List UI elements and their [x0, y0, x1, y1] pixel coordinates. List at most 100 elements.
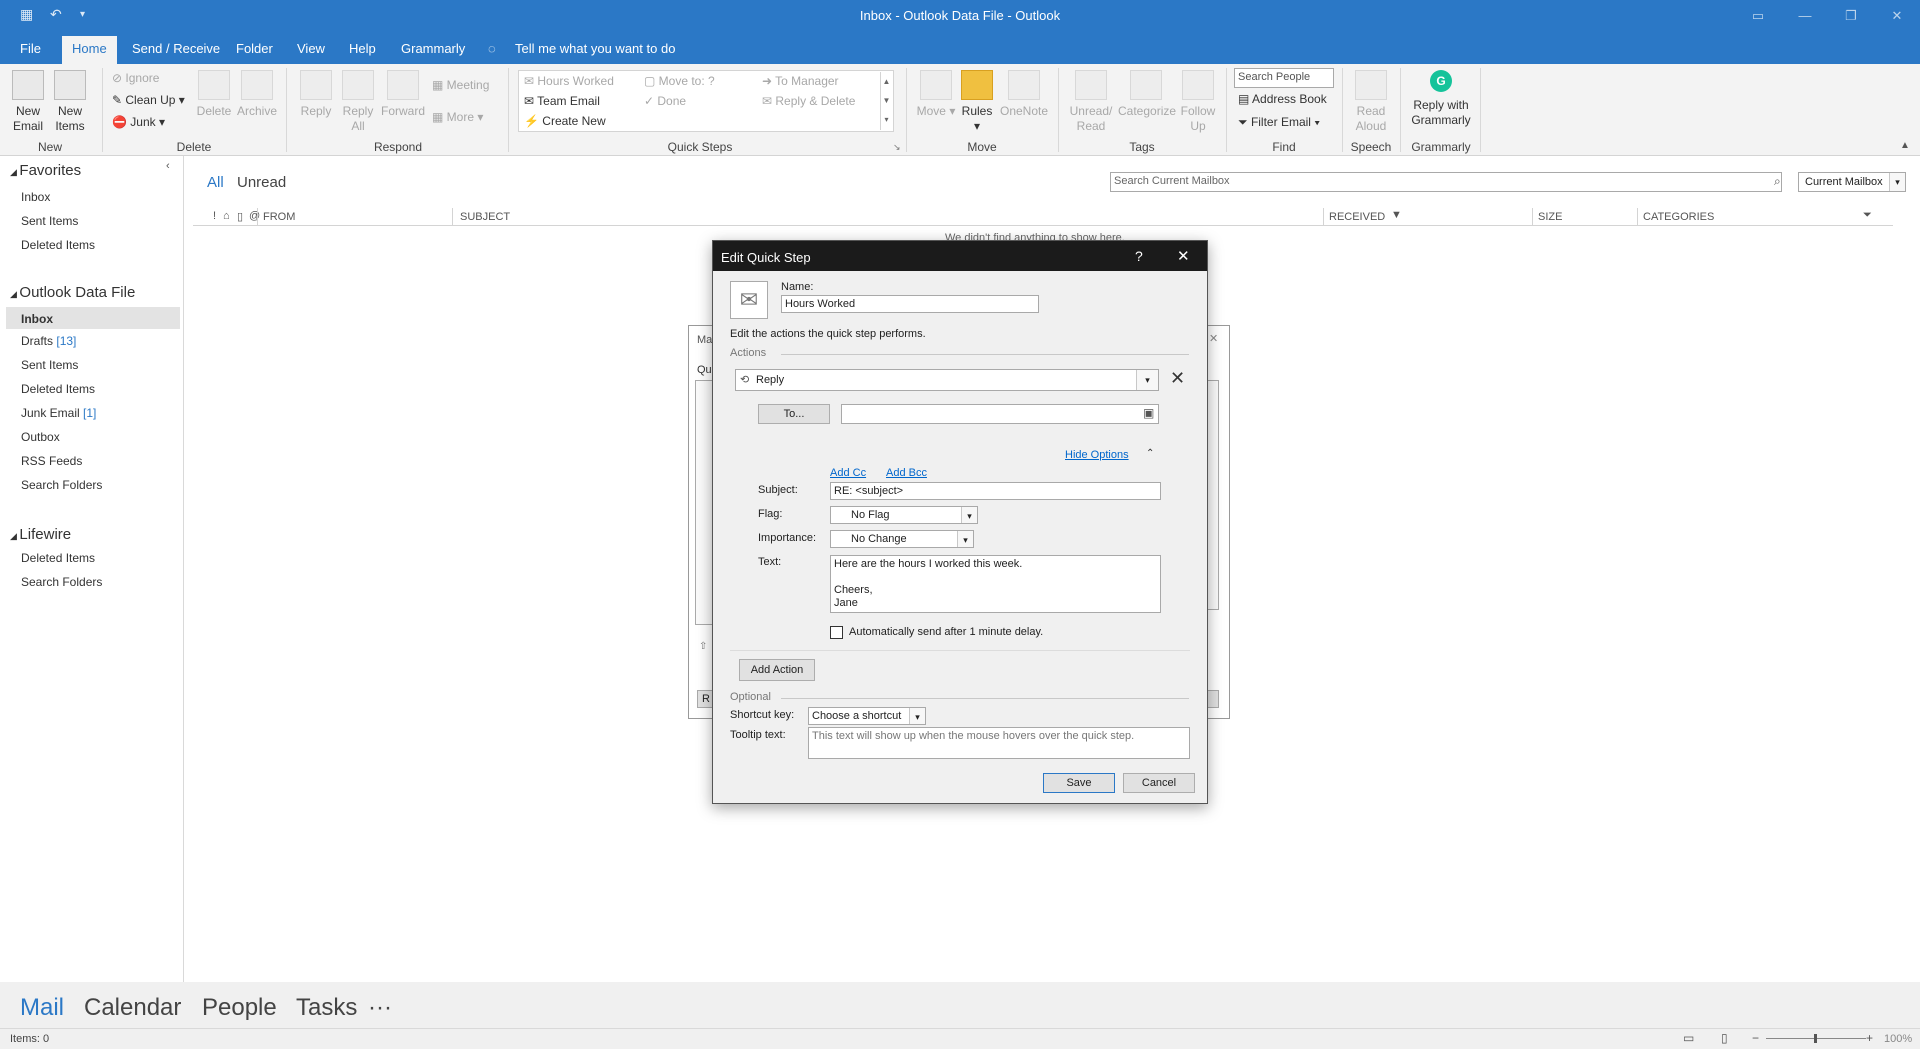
delete-button[interactable]: Delete	[194, 70, 234, 119]
add-bcc-link[interactable]: Add Bcc	[886, 467, 927, 479]
add-cc-link[interactable]: Add Cc	[830, 467, 866, 479]
reply-with-grammarly-button[interactable]: G Reply with Grammarly	[1406, 70, 1476, 128]
to-button[interactable]: To...	[758, 404, 830, 424]
zoom-level[interactable]: 100%	[1884, 1033, 1912, 1045]
chevron-up-icon[interactable]: ⌃	[1146, 448, 1154, 459]
new-email-button[interactable]: New Email	[8, 70, 48, 134]
quick-step-done[interactable]: ✓ Done	[644, 94, 686, 108]
help-button[interactable]: ?	[1135, 248, 1143, 264]
close-window-button[interactable]: ✕	[1874, 4, 1920, 28]
gallery-scroll[interactable]: ▲ ▼ ▾	[880, 72, 892, 130]
collapse-pane-icon[interactable]: ‹	[166, 160, 170, 172]
rules-button[interactable]: Rules ▾	[958, 70, 996, 134]
nav-mail[interactable]: Mail	[20, 994, 64, 1022]
icon-column-icon[interactable]: ▯	[237, 210, 243, 223]
tell-me-input[interactable]: Tell me what you want to do	[515, 41, 675, 56]
hide-options-link[interactable]: Hide Options	[1065, 449, 1129, 461]
lifewire-deleted-items[interactable]: Deleted Items	[21, 551, 95, 565]
filter-all[interactable]: All	[207, 174, 224, 191]
search-people-input[interactable]: Search People	[1234, 68, 1334, 88]
normal-view-icon[interactable]: ▭	[1683, 1031, 1694, 1045]
outlook-data-file-header[interactable]: ◢ Outlook Data File	[10, 284, 135, 301]
quick-step-to-manager[interactable]: ➜ To Manager	[762, 74, 839, 88]
attachment-column-icon[interactable]: @	[249, 210, 260, 222]
read-aloud-button[interactable]: Read Aloud	[1350, 70, 1392, 134]
auto-send-checkbox[interactable]	[830, 626, 843, 639]
tab-send-receive[interactable]: Send / Receive	[132, 41, 220, 56]
quick-step-icon-picker[interactable]: ✉	[730, 281, 768, 319]
collapse-ribbon-icon[interactable]: ▲	[1900, 140, 1910, 151]
tab-grammarly[interactable]: Grammarly	[401, 41, 465, 56]
filter-column-icon[interactable]: ⏷	[1863, 209, 1872, 222]
tooltip-text-input[interactable]: This text will show up when the mouse ho…	[808, 727, 1190, 759]
categorize-button[interactable]: Categorize	[1118, 70, 1176, 119]
junk-button[interactable]: ⛔ Junk ▾	[112, 115, 165, 129]
tab-folder[interactable]: Folder	[236, 41, 273, 56]
minimize-button[interactable]: —	[1782, 4, 1828, 28]
column-from[interactable]: FROM	[263, 211, 295, 223]
lifewire-search-folders[interactable]: Search Folders	[21, 575, 102, 589]
reminder-column-icon[interactable]: ⌂	[223, 210, 230, 222]
fav-sent-items[interactable]: Sent Items	[21, 214, 78, 228]
folder-junk-email[interactable]: Junk Email [1]	[21, 406, 96, 420]
zoom-out-icon[interactable]: −	[1752, 1031, 1759, 1045]
quick-step-move-to[interactable]: ▢ Move to: ?	[644, 74, 715, 88]
folder-sent-items[interactable]: Sent Items	[21, 358, 78, 372]
filter-email-button[interactable]: ⏷ Filter Email ▾	[1238, 115, 1320, 130]
to-input[interactable]	[841, 404, 1159, 424]
tab-view[interactable]: View	[297, 41, 325, 56]
column-size[interactable]: SIZE	[1538, 211, 1562, 223]
tab-file[interactable]: File	[20, 41, 41, 56]
reply-all-button[interactable]: Reply All	[338, 70, 378, 134]
save-button[interactable]: Save	[1043, 773, 1115, 793]
address-book-icon[interactable]: ▣	[1143, 406, 1154, 420]
search-icon[interactable]: ⌕	[1774, 174, 1781, 189]
flag-dropdown[interactable]: No Flag ▾	[830, 506, 978, 524]
name-input[interactable]: Hours Worked	[781, 295, 1039, 313]
quick-step-hours-worked[interactable]: ✉ Hours Worked	[524, 74, 614, 88]
importance-dropdown[interactable]: No Change ▾	[830, 530, 974, 548]
ignore-button[interactable]: ⊘ Ignore	[112, 71, 159, 85]
onenote-button[interactable]: OneNote	[998, 70, 1050, 119]
subject-input[interactable]: RE: <subject>	[830, 482, 1161, 500]
address-book-button[interactable]: ▤ Address Book	[1238, 92, 1327, 106]
filter-unread[interactable]: Unread	[237, 174, 286, 191]
new-items-button[interactable]: New Items	[50, 70, 90, 134]
quick-step-team-email[interactable]: ✉ Team Email	[524, 94, 600, 108]
add-action-button[interactable]: Add Action	[739, 659, 815, 681]
action-dropdown[interactable]: ⟲ Reply ▾	[735, 369, 1159, 391]
search-mailbox-input[interactable]: Search Current Mailbox	[1110, 172, 1782, 192]
column-subject[interactable]: SUBJECT	[460, 211, 510, 223]
fav-inbox[interactable]: Inbox	[21, 190, 50, 204]
cancel-button[interactable]: Cancel	[1123, 773, 1195, 793]
quick-step-reply-delete[interactable]: ✉ Reply & Delete	[762, 94, 855, 108]
folder-outbox[interactable]: Outbox	[21, 430, 60, 444]
nav-tasks[interactable]: Tasks	[296, 994, 357, 1022]
nav-calendar[interactable]: Calendar	[84, 994, 181, 1022]
archive-button[interactable]: Archive	[236, 70, 278, 119]
remove-action-button[interactable]: ✕	[1170, 368, 1185, 389]
shortcut-key-dropdown[interactable]: Choose a shortcut ▾	[808, 707, 926, 725]
favorites-header[interactable]: ◢ Favorites	[10, 162, 81, 179]
tab-help[interactable]: Help	[349, 41, 376, 56]
folder-drafts[interactable]: Drafts [13]	[21, 334, 76, 348]
dialog-launcher-icon[interactable]: ↘	[893, 142, 901, 153]
reading-view-icon[interactable]: ▯	[1721, 1031, 1728, 1045]
unread-read-button[interactable]: Unread/ Read	[1066, 70, 1116, 134]
folder-search-folders[interactable]: Search Folders	[21, 478, 102, 492]
importance-column-icon[interactable]: !	[213, 210, 216, 222]
zoom-in-icon[interactable]: +	[1866, 1031, 1873, 1045]
meeting-button[interactable]: ▦ Meeting	[432, 78, 489, 92]
restore-button[interactable]: ❐	[1828, 4, 1874, 28]
text-textarea[interactable]: Here are the hours I worked this week. C…	[830, 555, 1161, 613]
tab-home[interactable]: Home	[62, 36, 117, 64]
ribbon-display-options-icon[interactable]: ▭	[1735, 4, 1781, 28]
column-received[interactable]: RECEIVED	[1329, 211, 1385, 223]
nav-more-icon[interactable]: ···	[368, 994, 392, 1022]
close-icon[interactable]: ✕	[1209, 332, 1218, 345]
quick-step-create-new[interactable]: ⚡ Create New	[524, 114, 606, 128]
move-button[interactable]: Move ▾	[916, 70, 956, 119]
column-categories[interactable]: CATEGORIES	[1643, 211, 1714, 223]
more-button[interactable]: ▦ More ▾	[432, 110, 483, 124]
follow-up-button[interactable]: Follow Up	[1176, 70, 1220, 134]
